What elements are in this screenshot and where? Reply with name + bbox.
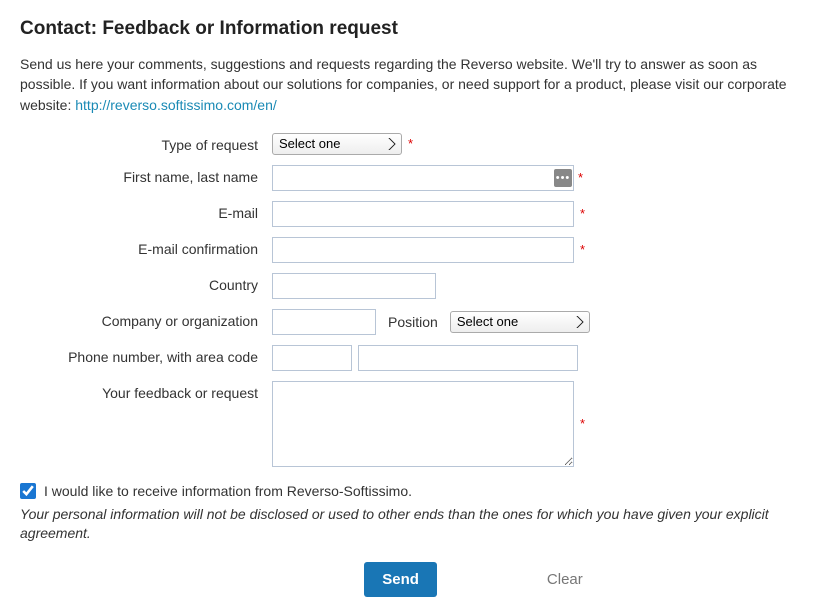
required-marker: * <box>580 206 585 221</box>
required-marker: * <box>580 416 585 431</box>
feedback-textarea[interactable] <box>272 381 574 467</box>
intro-text: Send us here your comments, suggestions … <box>20 54 807 115</box>
corporate-link[interactable]: http://reverso.softissimo.com/en/ <box>75 97 277 113</box>
label-feedback: Your feedback or request <box>20 381 272 401</box>
type-select[interactable]: Select one <box>272 133 402 155</box>
optin-label: I would like to receive information from… <box>44 483 412 499</box>
required-marker: * <box>578 170 583 185</box>
label-name: First name, last name <box>20 165 272 185</box>
label-type: Type of request <box>20 133 272 153</box>
send-button[interactable]: Send <box>364 562 437 597</box>
company-input[interactable] <box>272 309 376 335</box>
label-company: Company or organization <box>20 309 272 329</box>
name-input[interactable] <box>272 165 574 191</box>
required-marker: * <box>408 136 413 151</box>
position-select[interactable]: Select one <box>450 311 590 333</box>
disclaimer-text: Your personal information will not be di… <box>20 505 807 544</box>
label-phone: Phone number, with area code <box>20 345 272 365</box>
optin-checkbox[interactable] <box>20 483 36 499</box>
label-country: Country <box>20 273 272 293</box>
required-marker: * <box>580 242 585 257</box>
label-email: E-mail <box>20 201 272 221</box>
label-position: Position <box>382 314 444 330</box>
phone-area-input[interactable] <box>272 345 352 371</box>
country-input[interactable] <box>272 273 436 299</box>
label-email-conf: E-mail confirmation <box>20 237 272 257</box>
email-input[interactable] <box>272 201 574 227</box>
phone-number-input[interactable] <box>358 345 578 371</box>
clear-button[interactable]: Clear <box>547 562 583 597</box>
email-confirm-input[interactable] <box>272 237 574 263</box>
page-title: Contact: Feedback or Information request <box>20 18 807 40</box>
